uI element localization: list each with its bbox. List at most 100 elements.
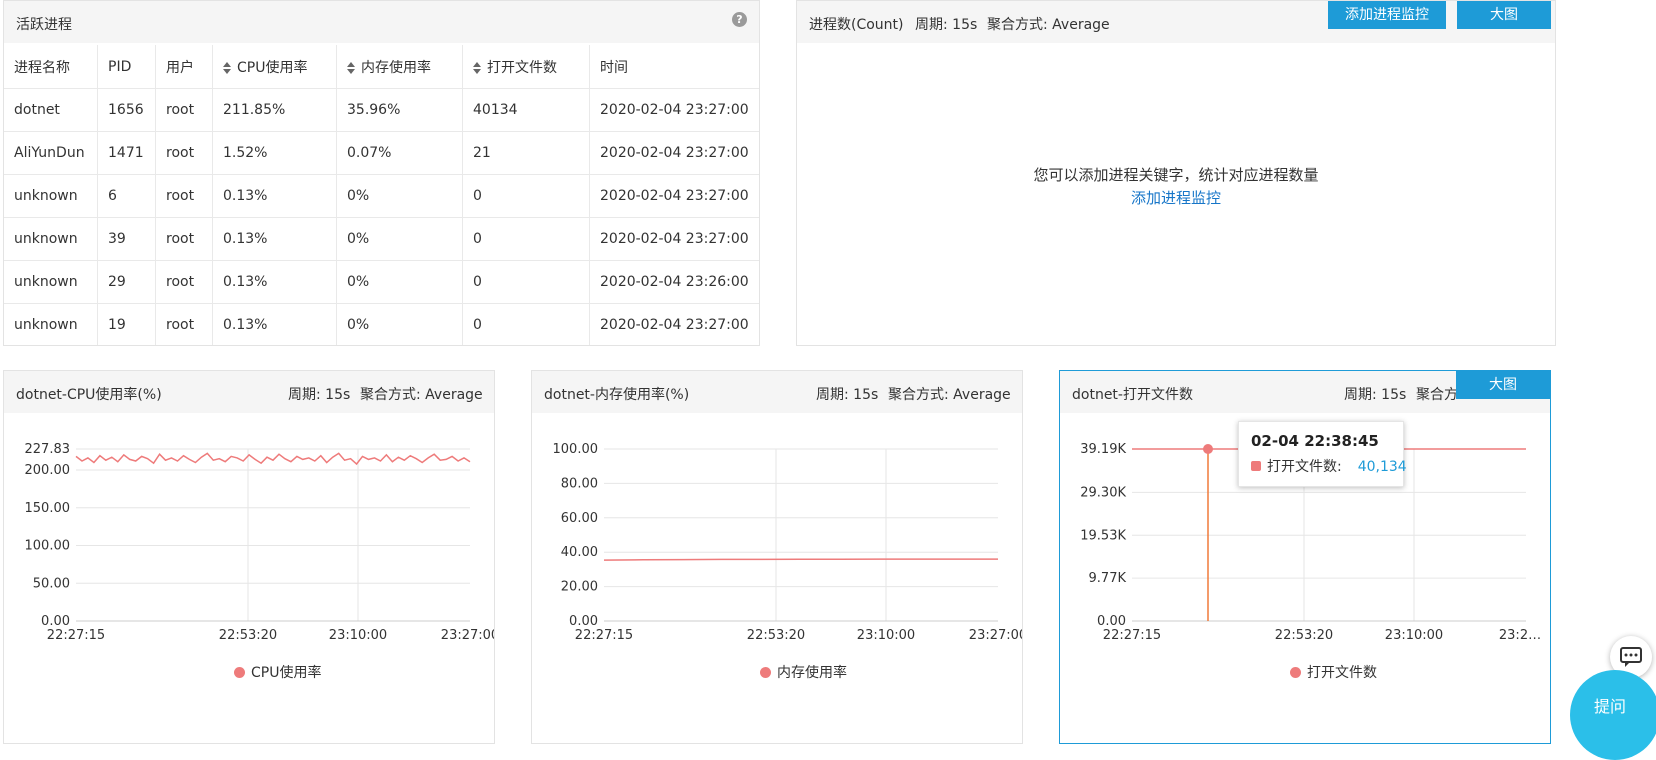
ask-button-label[interactable]: 提问 [1594,693,1626,717]
process-name-link[interactable]: unknown [4,174,98,218]
pid-cell: 29 [97,260,156,304]
col-mem-label: 内存使用率 [361,59,431,76]
table-row: AliYunDun 1471 root 1.52% 0.07% 21 2020-… [4,131,759,175]
y-tick-label: 100.00 [25,539,71,554]
legend-dot [760,667,771,678]
cpu-cell: 1.52% [212,131,337,175]
y-tick-label: 0.00 [41,614,70,629]
sort-icon[interactable] [223,61,231,74]
process-name-link[interactable]: unknown [4,260,98,304]
y-tick-label: 40.00 [561,545,598,560]
files-cell: 40134 [462,88,590,132]
add-process-monitor-link[interactable]: 添加进程监控 [797,187,1555,208]
active-process-panel: 活跃进程 ? 进程名称 PID 用户 CPU使用率 内存使用率 打开文件数 时间 [3,0,760,346]
panel-title: dotnet-打开文件数 [1072,387,1193,403]
cpu-chart-panel: dotnet-CPU使用率(%) 周期: 15s 聚合方式: Average 0… [3,370,495,744]
process-table: 进程名称 PID 用户 CPU使用率 内存使用率 打开文件数 时间 dotnet… [4,45,759,345]
period-label: 周期: 15s [915,17,978,33]
table-row: dotnet 1656 root 211.85% 35.96% 40134 20… [4,88,759,132]
sort-icon[interactable] [473,61,481,74]
x-tick-label: 23:2… [1499,628,1541,643]
y-tick-label: 50.00 [33,576,70,591]
legend-item[interactable]: CPU使用率 [234,662,321,682]
aggregate-label: 聚合方 [1416,387,1458,403]
files-cell: 0 [462,174,590,218]
big-chart-button[interactable]: 大图 [1457,1,1551,29]
col-pid: PID [97,45,156,89]
chart-tooltip: 02-04 22:38:45 打开文件数: 40,134 [1238,421,1407,487]
files-cell: 21 [462,131,590,175]
mem-cell: 0% [336,174,463,218]
help-icon[interactable]: ? [732,12,747,27]
user-cell: root [155,88,213,132]
y-tick-label: 200.00 [25,463,71,478]
mem-cell: 0% [336,260,463,304]
y-tick-label: 20.00 [561,580,598,595]
panel-title: 活跃进程 [16,17,72,33]
legend-dot [234,667,245,678]
mem-cell: 0% [336,217,463,261]
y-tick-label: 29.30K [1080,485,1126,500]
cpu-cell: 0.13% [212,260,337,304]
tooltip-series: 打开文件数: [1267,459,1342,475]
legend-item[interactable]: 内存使用率 [760,662,847,682]
mem-cell: 0.07% [336,131,463,175]
cpu-cell: 0.13% [212,217,337,261]
x-tick-label: 23:10:00 [857,628,915,643]
col-files[interactable]: 打开文件数 [462,45,590,89]
cpu-line-chart[interactable]: 0.00 50.00 100.00 150.00 200.00 227.83 22:27:1… [4,413,495,743]
process-name-link[interactable]: unknown [4,217,98,261]
legend-label: CPU使用率 [251,665,322,681]
x-tick-label: 22:27:15 [47,628,105,643]
mem-line-chart[interactable]: 0.00 20.00 40.00 60.00 80.00 100.00 22:27:15 22… [532,413,1023,743]
x-tick-label: 23:27:00 [441,628,494,643]
tooltip-time: 02-04 22:38:45 [1251,432,1379,450]
col-cpu-label: CPU使用率 [237,59,308,76]
legend-item[interactable]: 打开文件数 [1290,662,1377,682]
col-files-label: 打开文件数 [487,59,557,76]
panel-title: dotnet-内存使用率(%) [544,387,690,403]
user-cell: root [155,174,213,218]
cpu-chart[interactable]: 0.00 50.00 100.00 150.00 200.00 227.83 22:27:1… [4,413,495,743]
big-chart-button[interactable]: 大图 [1456,371,1550,399]
col-time: 时间 [589,45,759,89]
aggregate-label: 聚合方式: Average [987,17,1110,33]
files-cell: 0 [462,303,590,345]
empty-state-text: 您可以添加进程关键字，统计对应进程数量 [1033,166,1319,184]
process-name-link[interactable]: AliYunDun [4,131,98,175]
period-label: 周期: 15s [816,387,879,403]
y-tick-label: 0.00 [1097,614,1126,629]
pid-cell: 6 [97,174,156,218]
legend-label: 打开文件数 [1307,665,1377,681]
time-cell: 2020-02-04 23:27:00 [589,174,759,218]
aggregate-label: 聚合方式: Average [360,387,483,403]
x-tick-label: 22:27:15 [1103,628,1161,643]
panel-header: dotnet-内存使用率(%) 周期: 15s 聚合方式: Average [532,371,1022,413]
y-tick-label: 60.00 [561,511,598,526]
col-user: 用户 [155,45,213,89]
col-cpu[interactable]: CPU使用率 [212,45,337,89]
time-cell: 2020-02-04 23:27:00 [589,131,759,175]
process-name-link[interactable]: dotnet [4,88,98,132]
y-tick-label: 0.00 [569,614,598,629]
tooltip-swatch [1251,461,1261,471]
x-tick-label: 23:10:00 [329,628,387,643]
process-count-panel: 进程数(Count) 周期: 15s 聚合方式: Average 添加进程监控 … [796,0,1556,346]
process-name-link[interactable]: unknown [4,303,98,345]
mem-chart[interactable]: 0.00 20.00 40.00 60.00 80.00 100.00 22:27:15 22… [532,413,1023,743]
cpu-cell: 0.13% [212,303,337,345]
hover-point [1203,444,1213,454]
col-mem[interactable]: 内存使用率 [336,45,463,89]
y-tick-label: 19.53K [1080,528,1126,543]
table-row: unknown 19 root 0.13% 0% 0 2020-02-04 23… [4,303,759,345]
x-tick-label: 22:53:20 [219,628,277,643]
legend-dot [1290,667,1301,678]
sort-icon[interactable] [347,61,355,74]
panel-header: dotnet-CPU使用率(%) 周期: 15s 聚合方式: Average [4,371,494,413]
cpu-cell: 0.13% [212,174,337,218]
time-cell: 2020-02-04 23:27:00 [589,217,759,261]
add-process-monitor-button[interactable]: 添加进程监控 [1328,1,1446,29]
user-cell: root [155,217,213,261]
y-tick-label: 227.83 [25,442,71,457]
pid-cell: 19 [97,303,156,345]
